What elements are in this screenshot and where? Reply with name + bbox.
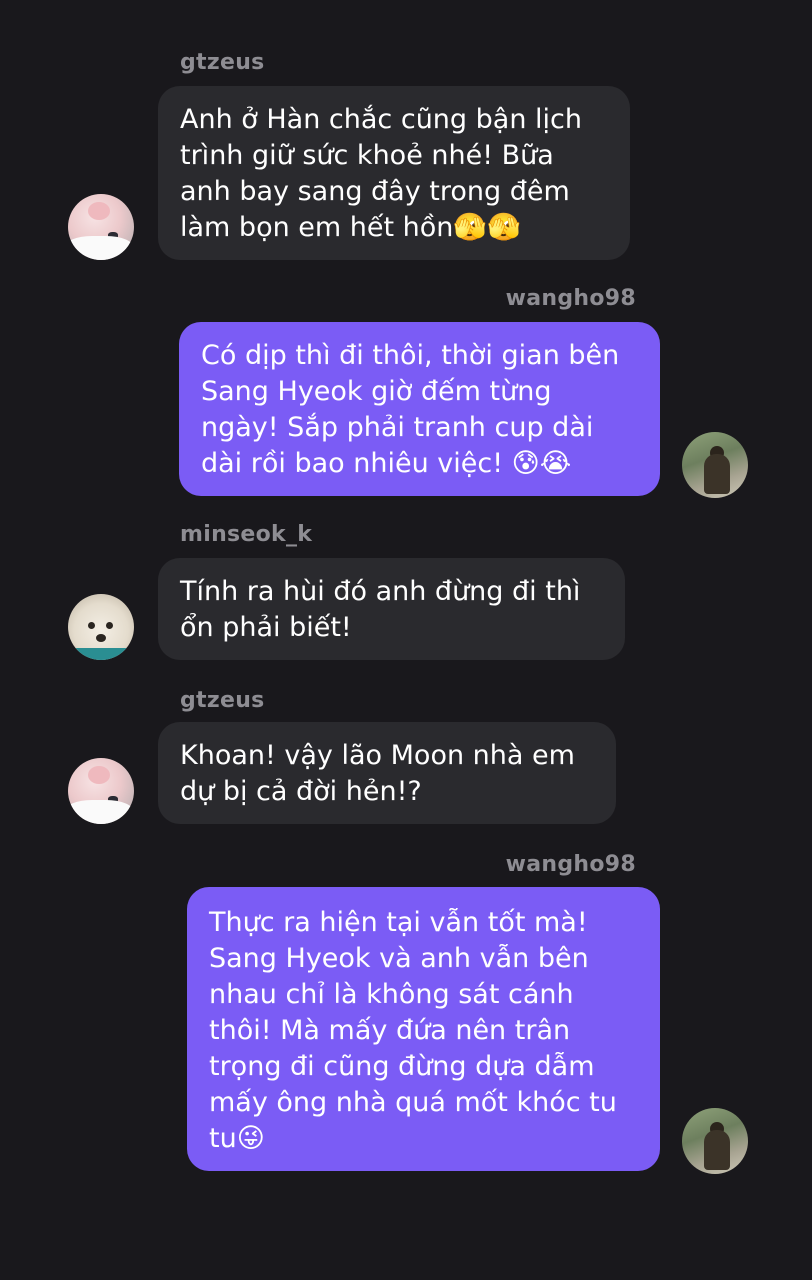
user-avatar[interactable] (68, 594, 134, 660)
user-avatar[interactable] (68, 194, 134, 260)
message-bubble[interactable]: Có dịp thì đi thôi, thời gian bên Sang H… (179, 322, 660, 496)
sender-name: gtzeus (180, 50, 265, 75)
user-avatar[interactable] (68, 758, 134, 824)
message-bubble[interactable]: Tính ra hùi đó anh đừng đi thì ổn phải b… (158, 558, 625, 660)
sender-name: minseok_k (180, 522, 313, 547)
user-avatar[interactable] (682, 1108, 748, 1174)
sender-name: gtzeus (180, 688, 265, 713)
message-bubble[interactable]: Anh ở Hàn chắc cũng bận lịch trình giữ s… (158, 86, 630, 260)
message-bubble[interactable]: Khoan! vậy lão Moon nhà em dự bị cả đời … (158, 722, 616, 824)
sender-name: wangho98 (505, 286, 636, 311)
user-avatar[interactable] (682, 432, 748, 498)
message-bubble[interactable]: Thực ra hiện tại vẫn tốt mà! Sang Hyeok … (187, 887, 660, 1171)
sender-name: wangho98 (505, 852, 636, 877)
